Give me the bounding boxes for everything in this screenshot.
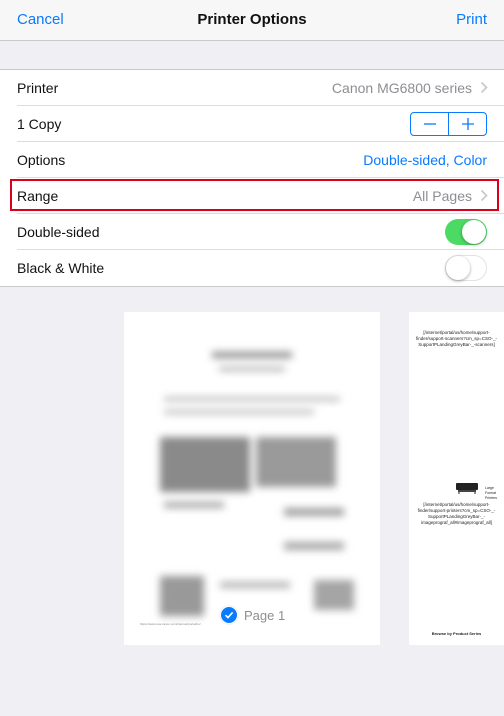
decrement-button[interactable]	[411, 113, 449, 135]
black-white-label: Black & White	[17, 260, 105, 276]
double-sided-toggle[interactable]	[445, 219, 487, 245]
page-2-link-text: [/internet/portal/us/home/support-finder…	[416, 330, 497, 347]
chevron-right-icon	[480, 189, 488, 202]
options-value[interactable]: Double-sided, Color	[363, 152, 487, 168]
options-row[interactable]: Options Double-sided, Color	[0, 142, 504, 178]
navigation-bar: Cancel Printer Options Print	[0, 0, 504, 41]
double-sided-row: Double-sided	[0, 214, 504, 250]
print-preview-area: https://www.usa.canon.com/internet/porta…	[0, 287, 504, 716]
chevron-right-icon	[480, 81, 488, 94]
range-label: Range	[17, 188, 59, 204]
double-sided-label: Double-sided	[17, 224, 100, 240]
increment-button[interactable]	[449, 113, 486, 135]
range-row[interactable]: Range All Pages	[0, 178, 504, 214]
blurred-page-content	[124, 312, 380, 645]
checkmark-icon[interactable]	[220, 606, 238, 624]
copies-label: 1 Copy	[17, 116, 62, 132]
page-1-thumbnail[interactable]: https://www.usa.canon.com/internet/porta…	[124, 312, 380, 645]
options-label: Options	[17, 152, 66, 168]
range-value: All Pages	[412, 188, 472, 204]
page-2-link-text: [/internet/portal/us/home/support-finder…	[417, 502, 496, 525]
page-2-thumbnail[interactable]: [/internet/portal/us/home/support-finder…	[409, 312, 504, 645]
toggle-knob	[462, 220, 486, 244]
minus-icon	[423, 123, 436, 125]
page-footer-text: https://www.usa.canon.com/internet/porta…	[140, 622, 201, 626]
printer-row[interactable]: Printer Canon MG6800 series	[0, 70, 504, 106]
page-2-caption: Large Format Printers	[485, 486, 498, 500]
page-2-browse-text: Browse by Product Series	[431, 631, 482, 636]
black-white-toggle[interactable]	[445, 255, 487, 281]
printer-icon	[456, 483, 478, 494]
cancel-button[interactable]: Cancel	[17, 11, 64, 28]
print-button[interactable]: Print	[456, 11, 487, 28]
toggle-knob	[446, 256, 470, 280]
copies-row: 1 Copy	[0, 106, 504, 142]
plus-icon	[461, 118, 474, 130]
copies-stepper[interactable]	[410, 112, 487, 136]
page-title: Printer Options	[197, 11, 307, 28]
page-1-label: Page 1	[244, 607, 286, 623]
options-table: Printer Canon MG6800 series 1 Copy Optio…	[0, 69, 504, 287]
printer-value: Canon MG6800 series	[331, 80, 472, 96]
printer-label: Printer	[17, 80, 59, 96]
page-1-badge: Page 1	[220, 606, 285, 624]
black-white-row: Black & White	[0, 250, 504, 286]
